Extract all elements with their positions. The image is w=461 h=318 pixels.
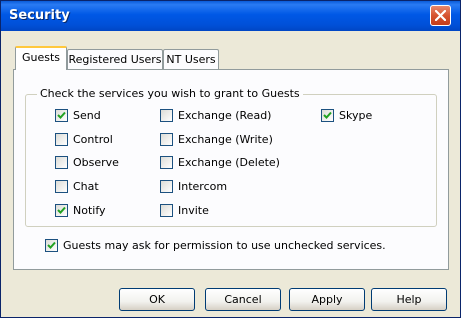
ask-permission-label: Guests may ask for permission to use unc…: [63, 239, 386, 252]
intercom-label: Intercom: [178, 180, 228, 193]
tab-registered-users[interactable]: Registered Users: [67, 49, 163, 69]
exchange-read-checkbox[interactable]: [160, 109, 173, 122]
services-group-legend: Check the services you wish to grant to …: [37, 87, 303, 100]
window-title: Security: [9, 8, 70, 23]
tab-nt-users-label: NT Users: [166, 53, 216, 66]
exchange-read-label: Exchange (Read): [178, 109, 272, 122]
ok-button[interactable]: OK: [119, 288, 195, 311]
checkmark-icon: [47, 241, 56, 249]
ok-button-label: OK: [149, 293, 165, 306]
cancel-button-label: Cancel: [224, 293, 262, 306]
notify-label: Notify: [73, 204, 106, 217]
cancel-button[interactable]: Cancel: [205, 288, 281, 311]
observe-label: Observe: [73, 156, 119, 169]
ask-permission-checkbox[interactable]: [45, 239, 58, 252]
exchange-write-label: Exchange (Write): [178, 133, 273, 146]
intercom-checkbox[interactable]: [160, 180, 173, 193]
apply-button[interactable]: Apply: [289, 288, 365, 311]
exchange-delete-checkbox[interactable]: [160, 156, 173, 169]
tab-guests-label: Guests: [21, 51, 61, 64]
send-label: Send: [73, 109, 101, 122]
notify-checkbox[interactable]: [55, 204, 68, 217]
chat-checkbox[interactable]: [55, 180, 68, 193]
checkmark-icon: [57, 206, 66, 214]
send-checkbox[interactable]: [55, 109, 68, 122]
checkmark-icon: [323, 111, 332, 119]
exchange-delete-label: Exchange (Delete): [178, 156, 280, 169]
tab-guests[interactable]: Guests: [15, 46, 67, 70]
invite-label: Invite: [178, 204, 209, 217]
help-button[interactable]: Help: [371, 288, 447, 311]
apply-button-label: Apply: [311, 293, 343, 306]
security-dialog: Security Guests Registered Users NT User…: [0, 0, 461, 318]
skype-label: Skype: [339, 109, 373, 122]
control-label: Control: [73, 133, 113, 146]
observe-checkbox[interactable]: [55, 156, 68, 169]
invite-checkbox[interactable]: [160, 204, 173, 217]
exchange-write-checkbox[interactable]: [160, 133, 173, 146]
control-checkbox[interactable]: [55, 133, 68, 146]
tab-registered-users-label: Registered Users: [68, 53, 162, 66]
checkmark-icon: [57, 111, 66, 119]
title-bar[interactable]: Security: [1, 1, 460, 31]
chat-label: Chat: [73, 180, 99, 193]
help-button-label: Help: [396, 293, 422, 306]
skype-checkbox[interactable]: [321, 109, 334, 122]
tab-nt-users[interactable]: NT Users: [163, 49, 219, 69]
close-button[interactable]: [430, 5, 451, 26]
